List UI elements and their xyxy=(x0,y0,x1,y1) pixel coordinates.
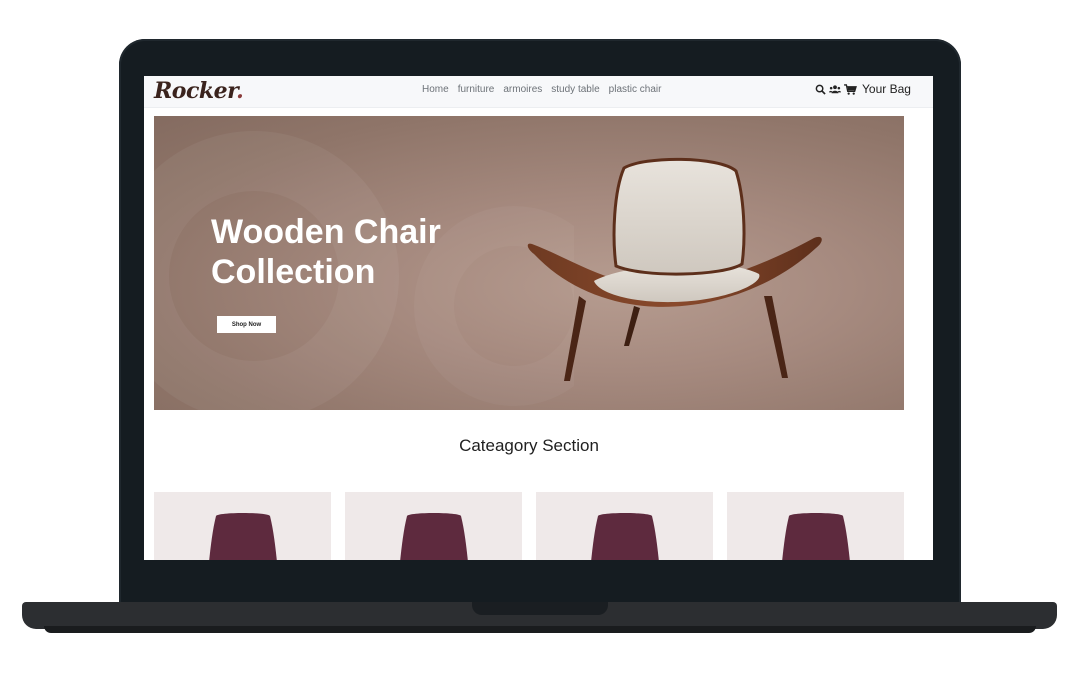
wooden-chair-image xyxy=(527,157,822,381)
nav-link-armoires[interactable]: armoires xyxy=(503,84,542,95)
nav-actions: Your Bag xyxy=(815,82,911,96)
search-icon[interactable] xyxy=(815,84,826,95)
category-card[interactable] xyxy=(345,492,522,564)
hero-banner: Wooden Chair Collection Shop Now xyxy=(154,116,904,410)
nav-link-home[interactable]: Home xyxy=(422,84,449,95)
chair-thumbnail-icon xyxy=(208,513,278,564)
brand-dot: . xyxy=(236,78,244,104)
laptop-base-shadow xyxy=(44,626,1036,633)
cart-icon[interactable] xyxy=(844,83,857,95)
chair-thumbnail-icon xyxy=(590,513,660,564)
nav-link-plastic-chair[interactable]: plastic chair xyxy=(609,84,662,95)
brand-logo[interactable]: Rocker. xyxy=(154,78,244,104)
laptop-screen: Rocker. Home furniture armoires study ta… xyxy=(144,76,933,564)
chair-thumbnail-icon xyxy=(399,513,469,564)
chair-thumbnail-icon xyxy=(781,513,851,564)
category-card[interactable] xyxy=(536,492,713,564)
your-bag-link[interactable]: Your Bag xyxy=(862,82,911,96)
shop-now-button[interactable]: Shop Now xyxy=(217,316,276,333)
nav-links: Home furniture armoires study table plas… xyxy=(422,84,661,95)
laptop-trackpad-groove xyxy=(472,602,608,615)
nav-link-furniture[interactable]: furniture xyxy=(458,84,495,95)
hero-title: Wooden Chair Collection xyxy=(211,213,441,291)
users-icon[interactable] xyxy=(829,84,841,94)
navbar: Rocker. Home furniture armoires study ta… xyxy=(144,76,933,108)
brand-name: Rocker xyxy=(154,78,237,104)
category-card[interactable] xyxy=(154,492,331,564)
nav-link-study-table[interactable]: study table xyxy=(551,84,599,95)
category-card[interactable] xyxy=(727,492,904,564)
category-section-title: Cateagory Section xyxy=(459,436,599,455)
screen-bezel-bottom xyxy=(144,560,933,564)
